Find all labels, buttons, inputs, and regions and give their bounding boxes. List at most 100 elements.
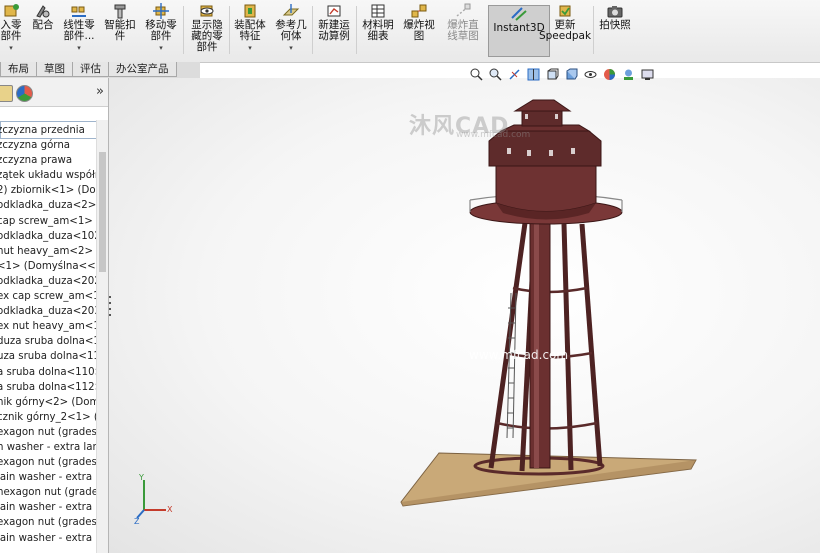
move-component-icon — [153, 3, 169, 19]
assembly-features-icon — [244, 4, 256, 18]
reference-geometry-button[interactable]: 参考几 何体 ▾ — [272, 3, 310, 59]
previous-view-icon[interactable] — [508, 68, 521, 81]
assembly-features-button[interactable]: 装配体 特征 ▾ — [231, 3, 269, 59]
ribbon-separator — [312, 6, 313, 54]
center-watermark: www.mfcad.com — [469, 348, 569, 362]
tree-item[interactable]: uza sruba dolna<11 — [0, 349, 96, 364]
coordinate-triad: Y X Z — [134, 474, 173, 524]
panel-splitter-handle[interactable] — [107, 292, 113, 324]
tree-item[interactable]: duza sruba dolna<1> — [0, 334, 96, 349]
tree-item[interactable]: zątek układu współr — [0, 168, 96, 183]
mate-label: 配合 — [32, 19, 54, 31]
tree-item[interactable]: nut heavy_am<2> (E — [0, 244, 96, 259]
exploded-view-label: 爆炸视 图 — [403, 19, 435, 42]
chevron-down-icon[interactable]: ▾ — [248, 43, 252, 54]
watermark-url: www.mfcad.com — [456, 130, 531, 140]
display-style-icon[interactable] — [565, 68, 578, 81]
explode-line-sketch-button[interactable]: 爆炸直 线草图 — [441, 3, 485, 59]
assembly-features-label: 装配体 特征 — [234, 19, 266, 42]
linear-pattern-label: 线性零 部件... — [63, 19, 95, 42]
tree-item[interactable]: exagon nut (grades c) — [0, 455, 96, 470]
tree-item[interactable]: zczyzna górna — [0, 138, 96, 153]
tree-item[interactable]: ex nut heavy_am<10 — [0, 319, 96, 334]
insert-components-label: 入零 部件 — [0, 19, 22, 42]
smart-fasteners-label: 智能扣 件 — [104, 19, 136, 42]
bom-table-icon — [371, 4, 385, 18]
scrollbar-thumb[interactable] — [99, 152, 106, 272]
edit-appearance-icon[interactable] — [603, 68, 616, 81]
tree-item[interactable]: exagon nut (grades c) — [0, 425, 96, 440]
reference-geometry-icon — [282, 4, 300, 16]
chevron-down-icon[interactable]: ▾ — [159, 43, 163, 54]
tree-item[interactable]: lain washer - extra l — [0, 531, 96, 546]
chevron-down-icon[interactable]: ▾ — [77, 43, 81, 54]
tab-layout[interactable]: 布局 — [0, 62, 37, 77]
tree-item[interactable]: zczyzna prawa — [0, 153, 96, 168]
bill-of-materials-button[interactable]: 材料明 细表 — [359, 3, 397, 59]
display-manager-icon[interactable] — [16, 85, 33, 102]
instant3d-label: Instant3D — [493, 22, 545, 34]
instant3d-icon — [511, 7, 527, 21]
tab-evaluate[interactable]: 评估 — [72, 62, 109, 77]
view-orientation-icon[interactable] — [546, 68, 559, 81]
tree-item[interactable]: <1> (Domyślna<<D — [0, 259, 96, 274]
tree-item[interactable]: lain washer - extra l — [0, 470, 96, 485]
tree-item[interactable]: a sruba dolna<110> — [0, 365, 96, 380]
zoom-to-fit-icon[interactable] — [470, 68, 483, 81]
tree-item[interactable]: 2) zbiornik<1> (Don — [0, 183, 96, 198]
triad-y-label: Y — [138, 474, 144, 482]
tree-item[interactable]: nik górny<2> (Dom — [0, 395, 96, 410]
tree-item[interactable]: cap screw_am<1> ( — [0, 214, 96, 229]
smart-fasteners-button[interactable]: 智能扣 件 — [102, 3, 138, 59]
tree-item[interactable]: n washer - extra larg — [0, 440, 96, 455]
update-speedpak-button[interactable]: 更新 Speedpak — [538, 3, 592, 59]
camera-icon — [607, 6, 623, 18]
tree-item[interactable]: lain washer - extra l — [0, 500, 96, 515]
tree-item[interactable]: a sruba dolna<112> — [0, 380, 96, 395]
move-component-label: 移动零 部件 — [145, 19, 177, 42]
show-hidden-label: 显示隐 藏的零 部件 — [191, 19, 223, 53]
mate-button[interactable]: 配合 — [30, 3, 56, 59]
expand-panel-icon[interactable]: » — [96, 84, 104, 99]
take-snapshot-label: 拍快照 — [599, 19, 631, 31]
tree-item[interactable]: zczyzna przednia — [0, 123, 96, 138]
tree-item[interactable]: odkladka_duza<102 — [0, 229, 96, 244]
command-manager-tabs: 布局 草图 评估 办公室产品 — [0, 62, 200, 78]
speedpak-icon — [559, 5, 571, 17]
panel-toolbar: » — [0, 78, 108, 107]
tree-item[interactable]: cznik górny_2<1> ( — [0, 410, 96, 425]
tree-item[interactable]: odkladka_duza<202 — [0, 274, 96, 289]
explode-line-sketch-label: 爆炸直 线草图 — [447, 19, 479, 42]
hide-show-items-icon[interactable] — [584, 68, 597, 81]
water-tower-model[interactable] — [109, 78, 820, 553]
chevron-down-icon[interactable]: ▾ — [289, 43, 293, 54]
linear-pattern-button[interactable]: 线性零 部件... ▾ — [60, 3, 98, 59]
exploded-view-button[interactable]: 爆炸视 图 — [400, 3, 438, 59]
exploded-view-icon — [411, 4, 427, 18]
new-motion-study-label: 新建运 动算例 — [318, 19, 350, 42]
section-view-icon[interactable] — [527, 68, 540, 81]
tree-item[interactable]: exagon nut (grades — [0, 515, 96, 530]
take-snapshot-button[interactable]: 拍快照 — [596, 3, 634, 59]
tab-sketch[interactable]: 草图 — [36, 62, 73, 77]
graphics-area[interactable]: 沐风CAD www.mfcad.com www.mfcad.com — [109, 78, 820, 553]
zoom-to-area-icon[interactable] — [489, 68, 502, 81]
show-hidden-components-button[interactable]: 显示隐 藏的零 部件 — [187, 3, 227, 59]
apply-scene-icon[interactable] — [622, 68, 635, 81]
view-settings-icon[interactable] — [641, 68, 654, 81]
tree-item[interactable]: ex cap screw_am<1 — [0, 289, 96, 304]
configuration-manager-icon[interactable] — [0, 85, 13, 102]
new-motion-study-button[interactable]: 新建运 动算例 — [314, 3, 354, 59]
tree-scrollbar[interactable] — [96, 120, 108, 553]
tree-item[interactable]: odkladka_duza<203 — [0, 304, 96, 319]
insert-components-button[interactable]: 入零 部件 ▾ — [0, 3, 26, 59]
central-column — [529, 217, 551, 469]
tab-office-products[interactable]: 办公室产品 — [108, 62, 177, 77]
bill-of-materials-label: 材料明 细表 — [362, 19, 394, 42]
chevron-down-icon[interactable]: ▾ — [9, 43, 13, 54]
move-component-button[interactable]: 移动零 部件 ▾ — [142, 3, 180, 59]
update-speedpak-label: 更新 Speedpak — [538, 19, 592, 42]
tree-item[interactable]: hexagon nut (grades — [0, 485, 96, 500]
command-ribbon: 入零 部件 ▾ 配合 线性零 部件... ▾ 智能扣 件 移动零 部件 ▾ 显示… — [0, 0, 820, 63]
tree-item[interactable]: odkladka_duza<2> — [0, 198, 96, 213]
